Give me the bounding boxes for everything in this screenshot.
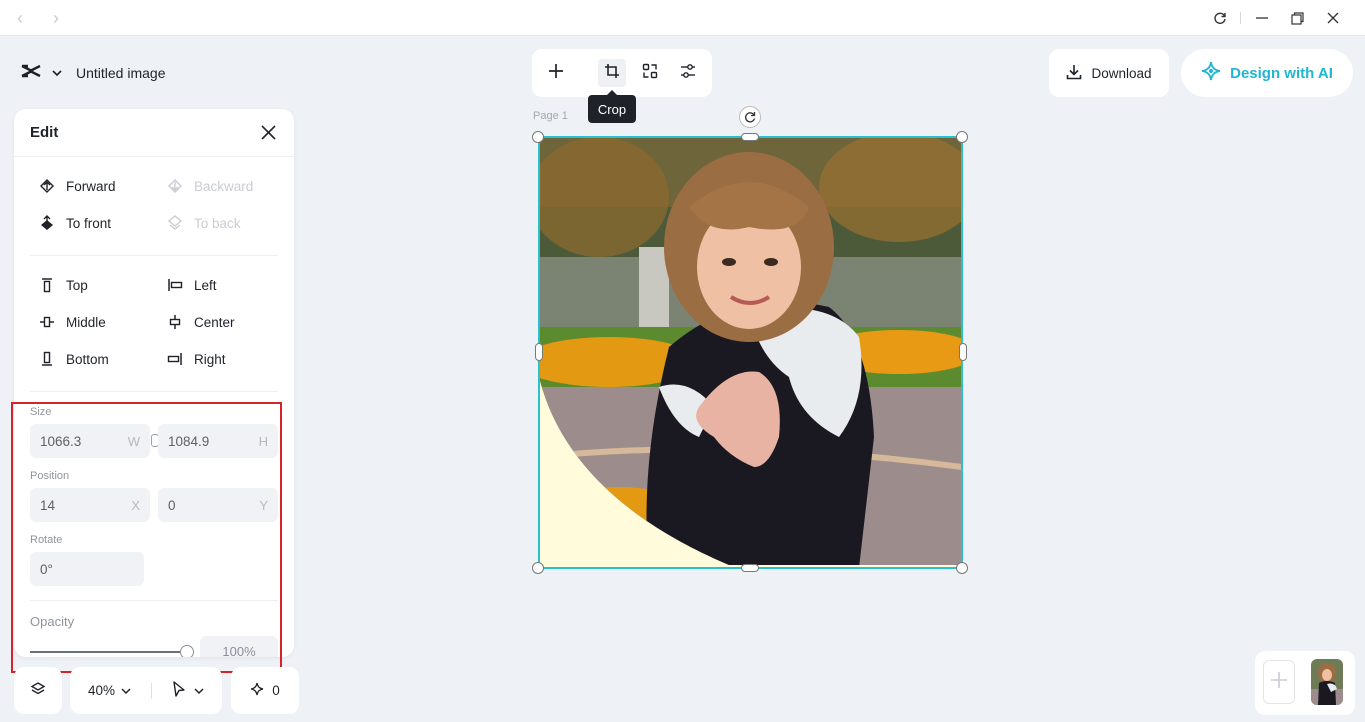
add-element-button[interactable] <box>542 59 570 87</box>
separator <box>1240 12 1241 24</box>
to-front-label: To front <box>66 215 112 231</box>
adjust-button[interactable] <box>674 59 702 87</box>
align-left-label: Left <box>194 277 217 293</box>
brand-menu[interactable]: Untitled image <box>8 52 196 94</box>
chevron-down-icon[interactable] <box>121 683 131 698</box>
align-middle-label: Middle <box>66 314 106 330</box>
layers-button[interactable] <box>14 667 62 714</box>
download-label: Download <box>1091 65 1152 81</box>
to-front-button[interactable]: To front <box>38 214 111 232</box>
title-bar: ‹ › <box>0 0 1365 36</box>
layers-icon <box>30 681 46 700</box>
ai-sparkle-icon <box>1201 61 1221 85</box>
pointer-tool-icon[interactable] <box>172 681 186 700</box>
download-button[interactable]: Download <box>1049 49 1169 97</box>
send-to-back-icon <box>166 214 184 232</box>
align-bottom-label: Bottom <box>66 351 109 367</box>
panel-header: Edit <box>14 109 294 157</box>
backward-button[interactable]: Backward <box>166 177 253 195</box>
chevron-down-icon <box>52 64 62 82</box>
divider <box>30 255 278 256</box>
zoom-level[interactable]: 40% <box>88 683 115 698</box>
close-icon[interactable] <box>258 123 278 143</box>
page-thumbnail[interactable] <box>1311 659 1343 705</box>
layer-backward-icon <box>166 177 184 195</box>
background-remover-button[interactable] <box>636 59 664 87</box>
align-right-label: Right <box>194 351 226 367</box>
zoom-controls: 40% <box>70 667 222 714</box>
align-right-button[interactable]: Right <box>166 350 226 368</box>
to-back-button[interactable]: To back <box>166 214 241 232</box>
plus-icon <box>1270 671 1288 694</box>
design-with-ai-button[interactable]: Design with AI <box>1181 49 1353 97</box>
align-center-button[interactable]: Center <box>166 313 235 331</box>
resize-handle-bottom-left[interactable] <box>532 562 544 574</box>
refresh-icon[interactable] <box>1209 8 1231 28</box>
align-center-icon <box>166 313 184 331</box>
forward-nav-icon[interactable]: › <box>46 8 66 28</box>
crop-tooltip: Crop <box>588 90 636 123</box>
minimize-icon[interactable] <box>1251 8 1273 28</box>
ai-credits-count: 0 <box>272 683 280 698</box>
align-bottom-icon <box>38 350 56 368</box>
align-right-icon <box>166 350 184 368</box>
align-left-icon <box>166 276 184 294</box>
download-icon <box>1066 64 1082 83</box>
back-icon[interactable]: ‹ <box>10 8 30 28</box>
properties-highlight <box>11 402 282 673</box>
to-back-label: To back <box>194 215 241 231</box>
document-title[interactable]: Untitled image <box>76 65 166 81</box>
restore-icon[interactable] <box>1286 8 1308 28</box>
resize-handle-bottom-right[interactable] <box>956 562 968 574</box>
align-top-icon <box>38 276 56 294</box>
crop-icon <box>604 63 620 84</box>
resize-handle-top-left[interactable] <box>532 131 544 143</box>
resize-handle-bottom[interactable] <box>741 564 759 572</box>
align-top-label: Top <box>66 277 88 293</box>
design-with-ai-label: Design with AI <box>1230 64 1333 82</box>
bring-to-front-icon <box>38 214 56 232</box>
backward-label: Backward <box>194 178 254 194</box>
align-center-label: Center <box>194 314 235 330</box>
cutout-icon <box>642 63 658 84</box>
rotate-handle-icon[interactable] <box>739 106 761 128</box>
crop-button[interactable] <box>598 59 626 87</box>
canvas-toolbar <box>532 49 712 97</box>
plus-icon <box>548 63 564 84</box>
close-window-icon[interactable] <box>1322 8 1344 28</box>
sliders-icon <box>680 63 696 84</box>
divider <box>30 391 278 392</box>
panel-title: Edit <box>30 124 59 141</box>
separator <box>151 682 153 699</box>
page-label: Page 1 <box>533 110 568 122</box>
resize-handle-right[interactable] <box>959 343 967 361</box>
resize-handle-top-right[interactable] <box>956 131 968 143</box>
layer-forward-icon <box>38 177 56 195</box>
logo-icon <box>20 63 42 84</box>
resize-handle-left[interactable] <box>535 343 543 361</box>
align-middle-icon <box>38 313 56 331</box>
align-top-button[interactable]: Top <box>38 276 88 294</box>
forward-button[interactable]: Forward <box>38 177 116 195</box>
forward-label: Forward <box>66 178 116 194</box>
ai-credits-button[interactable]: 0 <box>231 667 299 714</box>
resize-handle-top[interactable] <box>741 133 759 141</box>
pages-panel <box>1255 651 1355 715</box>
align-bottom-button[interactable]: Bottom <box>38 350 109 368</box>
selection-border <box>538 136 963 569</box>
align-left-button[interactable]: Left <box>166 276 217 294</box>
chevron-down-icon[interactable] <box>194 683 204 698</box>
sparkle-icon <box>250 682 264 699</box>
add-page-button[interactable] <box>1263 660 1295 704</box>
align-middle-button[interactable]: Middle <box>38 313 106 331</box>
